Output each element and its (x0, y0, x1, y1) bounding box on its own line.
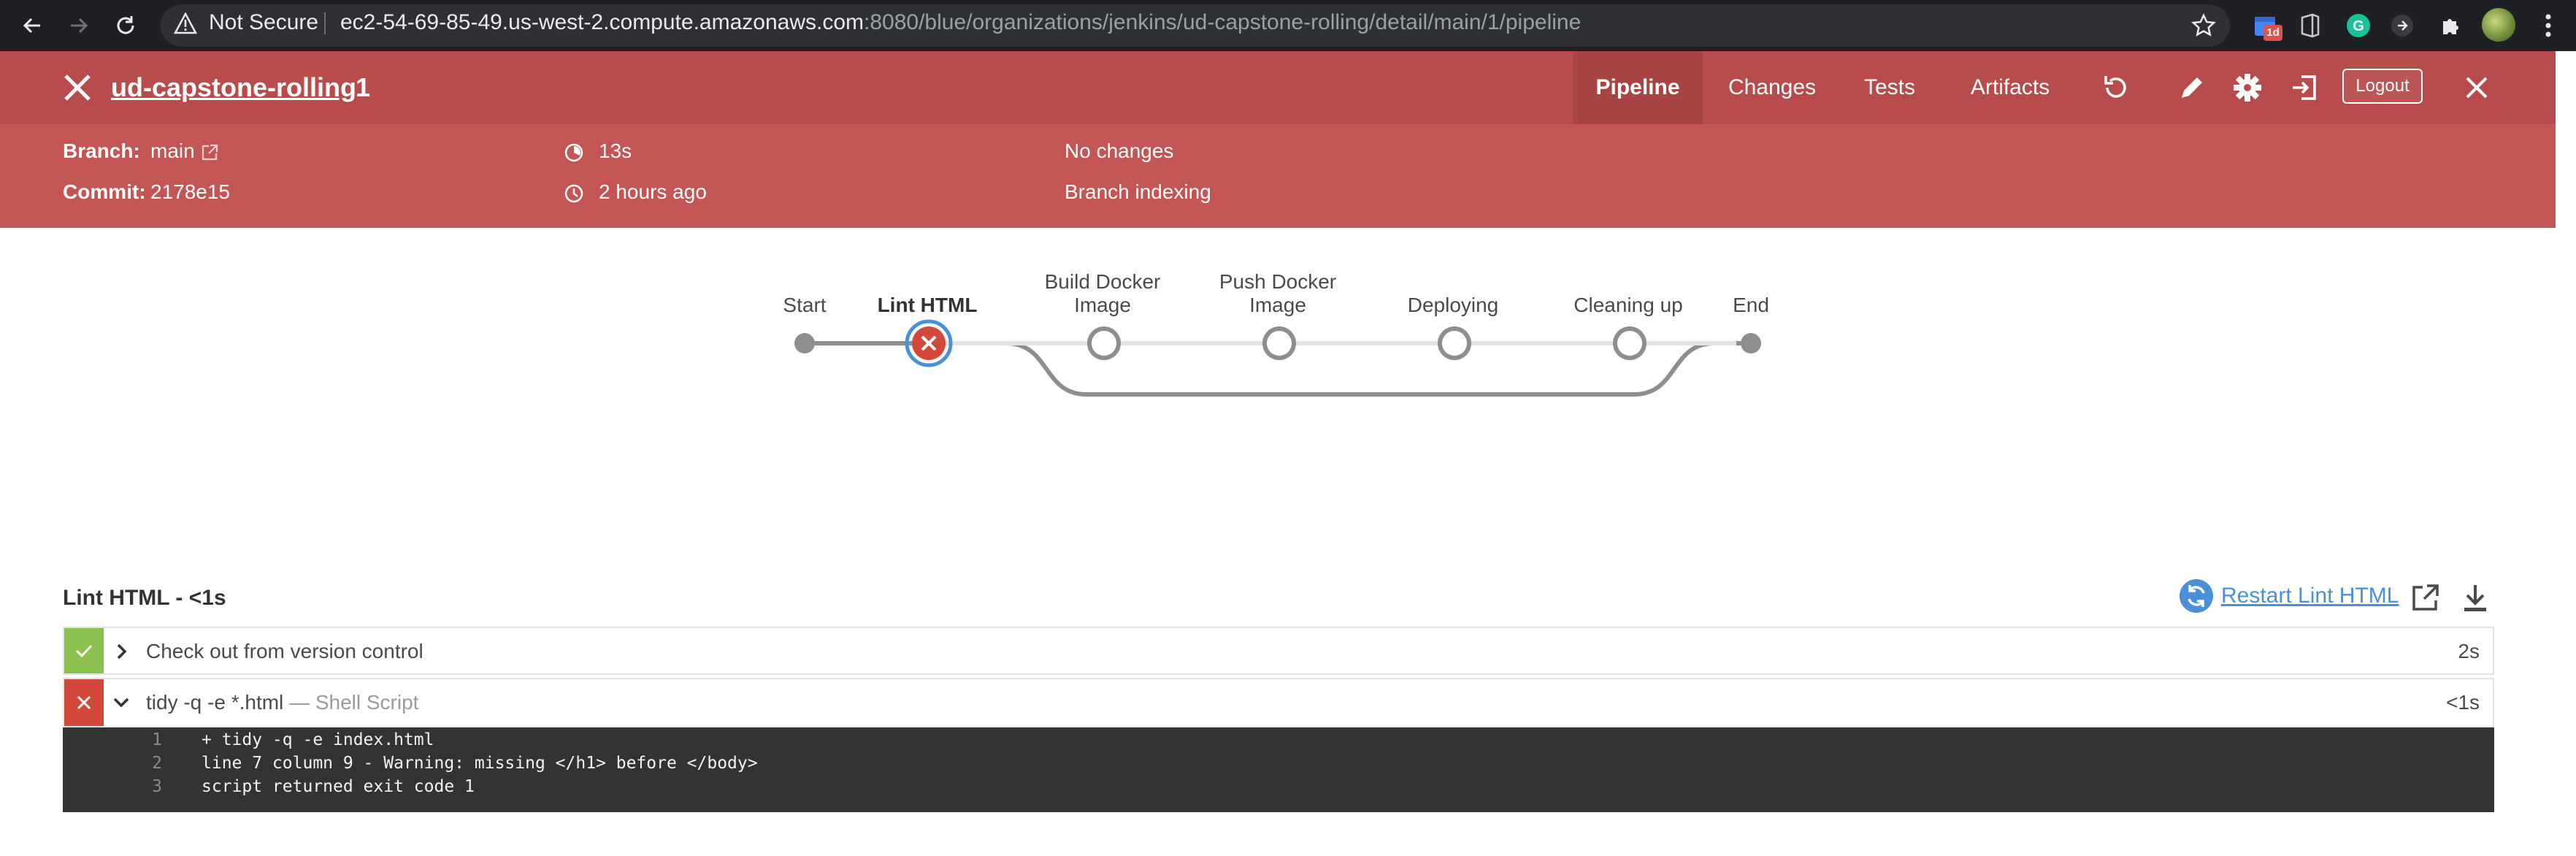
profile-avatar[interactable] (2482, 8, 2515, 42)
chevron-right-icon[interactable] (114, 641, 129, 662)
run-number: 1 (356, 72, 371, 102)
download-log-icon[interactable] (2461, 583, 2490, 614)
job-name-link[interactable]: ud-capstone-rolling (111, 73, 356, 102)
close-icon[interactable] (61, 72, 93, 104)
step-type: — Shell Script (289, 691, 419, 714)
log-line: 3 script returned exit code 1 (63, 777, 2494, 800)
open-log-icon[interactable] (2410, 583, 2440, 614)
puzzle-extensions-icon[interactable] (2436, 11, 2465, 40)
office-extension-icon[interactable] (2296, 11, 2325, 40)
run-cause: Branch indexing (1065, 180, 1211, 203)
chevron-down-icon[interactable] (111, 695, 131, 710)
log-line-text: script returned exit code 1 (202, 777, 475, 796)
changes-summary: No changes (1065, 140, 1174, 162)
settings-gear-icon[interactable] (2231, 72, 2263, 104)
step-label: Check out from version control (146, 640, 423, 662)
log-line-number[interactable]: 3 (133, 777, 162, 796)
step-command: tidy -q -e *.html (146, 691, 284, 714)
clock-icon (564, 183, 584, 204)
close-run-icon[interactable] (2461, 72, 2493, 104)
step-duration: 2s (2458, 640, 2480, 662)
reload-icon[interactable] (110, 9, 142, 42)
log-line-text: line 7 column 9 - Warning: missing </h1>… (202, 754, 758, 773)
console-log: 1 + tidy -q -e index.html 2 line 7 colum… (63, 727, 2494, 812)
pipeline-graph (794, 319, 1761, 397)
restart-label[interactable]: Restart Lint HTML (2221, 584, 2399, 608)
star-bookmark-icon[interactable] (2189, 11, 2218, 40)
log-line-number[interactable]: 1 (133, 730, 162, 749)
tab-changes[interactable]: Changes (1704, 51, 1840, 124)
browser-menu-icon[interactable] (2541, 11, 2556, 40)
log-line: 2 line 7 column 9 - Warning: missing </h… (63, 754, 2494, 777)
url-text[interactable]: ec2-54-69-85-49.us-west-2.compute.amazon… (340, 9, 1581, 36)
duration-icon (564, 142, 584, 163)
logout-button[interactable]: Logout (2342, 69, 2423, 104)
step-row-tidy[interactable]: tidy -q -e *.html — Shell Script <1s (63, 678, 2494, 727)
exit-classic-icon[interactable] (2288, 72, 2320, 104)
back-arrow-icon[interactable] (16, 9, 48, 42)
run-duration: 13s (599, 140, 632, 162)
extension-badge: 1d (2263, 25, 2282, 41)
run-time-ago: 2 hours ago (599, 180, 707, 203)
branch-label: Branch: (63, 140, 140, 162)
log-line-text: + tidy -q -e index.html (202, 730, 434, 749)
restart-icon (2180, 579, 2213, 613)
tab-artifacts[interactable]: Artifacts (1939, 51, 2081, 124)
forward-arrow-icon[interactable] (63, 9, 95, 42)
edit-pencil-icon[interactable] (2176, 72, 2208, 104)
url-host: ec2-54-69-85-49.us-west-2.compute.amazon… (340, 10, 864, 34)
warning-icon[interactable] (174, 12, 197, 34)
branch-value[interactable]: main (150, 139, 195, 164)
svg-text:G: G (2353, 18, 2364, 34)
grammarly-extension-icon[interactable]: G (2344, 11, 2373, 40)
step-label: tidy -q -e *.html — Shell Script (146, 691, 418, 714)
arrow-extension-icon[interactable] (2388, 11, 2417, 40)
push-docker-image-node (1262, 326, 1296, 360)
tab-pipeline[interactable]: Pipeline (1573, 51, 1703, 124)
address-separator (324, 12, 326, 34)
end-node (1741, 333, 1761, 354)
commit-label: Commit: (63, 180, 146, 203)
log-line-number[interactable]: 2 (133, 754, 162, 773)
build-docker-image-node (1087, 326, 1121, 360)
deploying-node (1438, 326, 1471, 360)
security-label[interactable]: Not Secure (209, 9, 318, 36)
failure-x-icon (64, 679, 104, 726)
stage-detail-title: Lint HTML - <1s (63, 586, 226, 610)
log-line: 1 + tidy -q -e index.html (63, 730, 2494, 754)
commit-row: Commit: (63, 180, 146, 205)
url-path: :8080/blue/organizations/jenkins/ud-caps… (864, 10, 1582, 34)
start-node (794, 333, 815, 354)
rerun-icon[interactable] (2100, 72, 2132, 104)
tab-tests[interactable]: Tests (1841, 51, 1938, 124)
branch-row: Branch: (63, 139, 140, 164)
run-header: ud-capstone-rolling 1 Pipeline Changes T… (0, 51, 2556, 228)
cleaning-up-node (1613, 326, 1647, 360)
step-duration: <1s (2446, 691, 2480, 714)
external-link-icon[interactable] (200, 143, 219, 162)
success-check-icon (64, 628, 104, 673)
restart-stage-link[interactable]: Restart Lint HTML (2179, 578, 2399, 614)
step-row-checkout[interactable]: Check out from version control 2s (63, 627, 2494, 675)
run-header-top-bar: ud-capstone-rolling 1 Pipeline Changes T… (0, 51, 2556, 124)
browser-toolbar: Not Secure ec2-54-69-85-49.us-west-2.com… (0, 0, 2576, 51)
commit-value: 2178e15 (150, 180, 231, 203)
